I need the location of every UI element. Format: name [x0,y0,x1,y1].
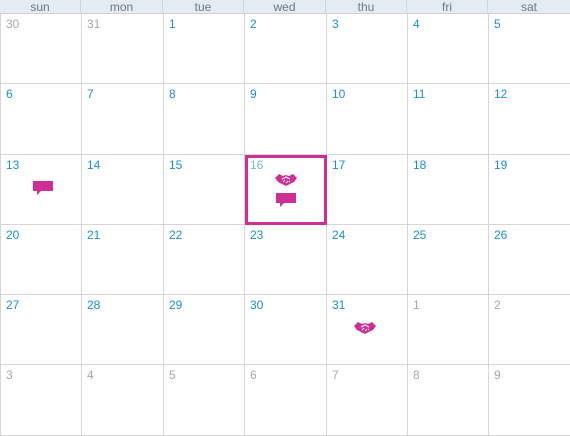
day-number: 6 [6,87,13,101]
day-number: 4 [87,368,94,382]
day-number: 8 [169,87,176,101]
calendar-day[interactable]: 28 [82,295,164,365]
day-number: 1 [169,17,176,31]
day-number: 31 [87,17,101,31]
day-number: 26 [494,228,508,242]
day-number: 28 [87,298,101,312]
calendar-day[interactable]: 10 [327,84,408,155]
calendar-day[interactable]: 22 [164,225,245,295]
weekday-sat: sat [520,0,537,14]
calendar-day[interactable]: 18 [408,155,489,225]
calendar-day[interactable]: 4 [408,14,489,84]
calendar-day[interactable]: 8 [164,84,245,155]
weekday-sun: sun [0,0,81,14]
day-number: 9 [494,368,501,382]
weekday-wed: wed [244,0,326,14]
day-number: 16 [250,158,264,172]
day-number: 3 [332,17,339,31]
day-number: 30 [250,298,264,312]
calendar-day[interactable]: 31 [82,14,164,84]
calendar-day[interactable]: 2 [489,295,570,365]
calendar-day[interactable]: 12 [489,84,570,155]
calendar-day[interactable]: 17 [327,155,408,225]
calendar-day[interactable]: 14 [82,155,164,225]
day-number: 31 [332,298,346,312]
day-number: 9 [250,87,257,101]
calendar-day[interactable]: 4 [82,365,164,436]
day-number: 7 [332,368,339,382]
speech-bubble-icon[interactable] [31,179,55,197]
calendar-day[interactable]: 20 [1,225,82,295]
day-number: 17 [332,158,346,172]
calendar-day[interactable]: 6 [1,84,82,155]
calendar-day[interactable]: 1 [408,295,489,365]
day-number: 10 [332,87,346,101]
weekday-fri: fri [407,0,488,14]
day-number: 8 [413,368,420,382]
day-number: 5 [169,368,176,382]
calendar-day[interactable]: 6 [245,365,327,436]
calendar-day-grid: 30 31 1 2 3 4 5 6 7 8 9 10 11 12 13 14 15 16 17 18 19 20 21 22 2… [0,14,570,436]
calendar-day[interactable]: 26 [489,225,570,295]
calendar-day[interactable]: 11 [408,84,489,155]
day-number: 13 [6,158,20,172]
day-number: 12 [494,87,508,101]
day-number: 19 [494,158,508,172]
day-number: 2 [250,17,257,31]
handshake-icon[interactable] [274,171,298,189]
day-number: 24 [332,228,346,242]
calendar-day[interactable]: 19 [489,155,570,225]
weekday-tue: tue [163,0,244,14]
day-number: 21 [87,228,101,242]
day-number: 27 [6,298,20,312]
calendar-day[interactable]: 3 [327,14,408,84]
weekday-header: sun mon tue wed thu fri sat [0,0,570,14]
calendar-day[interactable]: 9 [489,365,570,436]
weekday-mon: mon [81,0,163,14]
calendar-day[interactable]: 9 [245,84,327,155]
day-number: 20 [6,228,20,242]
day-number: 1 [413,298,420,312]
day-number: 11 [413,87,426,101]
calendar-day[interactable]: 27 [1,295,82,365]
speech-bubble-icon[interactable] [274,191,298,209]
day-number: 30 [6,17,20,31]
day-number: 29 [169,298,183,312]
day-number: 22 [169,228,183,242]
calendar-day[interactable]: 3 [1,365,82,436]
calendar-day[interactable]: 30 [1,14,82,84]
handshake-icon[interactable] [353,319,377,337]
calendar-day[interactable]: 2 [245,14,327,84]
day-number: 4 [413,17,420,31]
calendar-day[interactable]: 1 [164,14,245,84]
calendar-day[interactable]: 31 [327,295,408,365]
calendar-day[interactable]: 8 [408,365,489,436]
day-number: 18 [413,158,427,172]
calendar-day[interactable]: 30 [245,295,327,365]
calendar-day[interactable]: 13 [1,155,82,225]
calendar-day[interactable]: 5 [489,14,570,84]
day-number: 14 [87,158,101,172]
weekday-thu: thu [326,0,407,14]
calendar-day[interactable]: 24 [327,225,408,295]
day-number: 5 [494,17,501,31]
calendar-day[interactable]: 5 [164,365,245,436]
calendar-day[interactable]: 7 [82,84,164,155]
day-number: 6 [250,368,257,382]
day-number: 23 [250,228,264,242]
calendar-day[interactable]: 25 [408,225,489,295]
calendar-day[interactable]: 7 [327,365,408,436]
calendar-day[interactable]: 21 [82,225,164,295]
calendar-day[interactable]: 29 [164,295,245,365]
month-calendar: sun mon tue wed thu fri sat 30 31 1 2 3 4 5 6 7 8… [0,0,570,436]
calendar-day[interactable]: 23 [245,225,327,295]
day-number: 7 [87,87,94,101]
day-number: 2 [494,298,501,312]
day-number: 25 [413,228,427,242]
calendar-day-today[interactable]: 16 [245,155,327,225]
calendar-day[interactable]: 15 [164,155,245,225]
day-number: 3 [6,368,13,382]
day-number: 15 [169,158,183,172]
